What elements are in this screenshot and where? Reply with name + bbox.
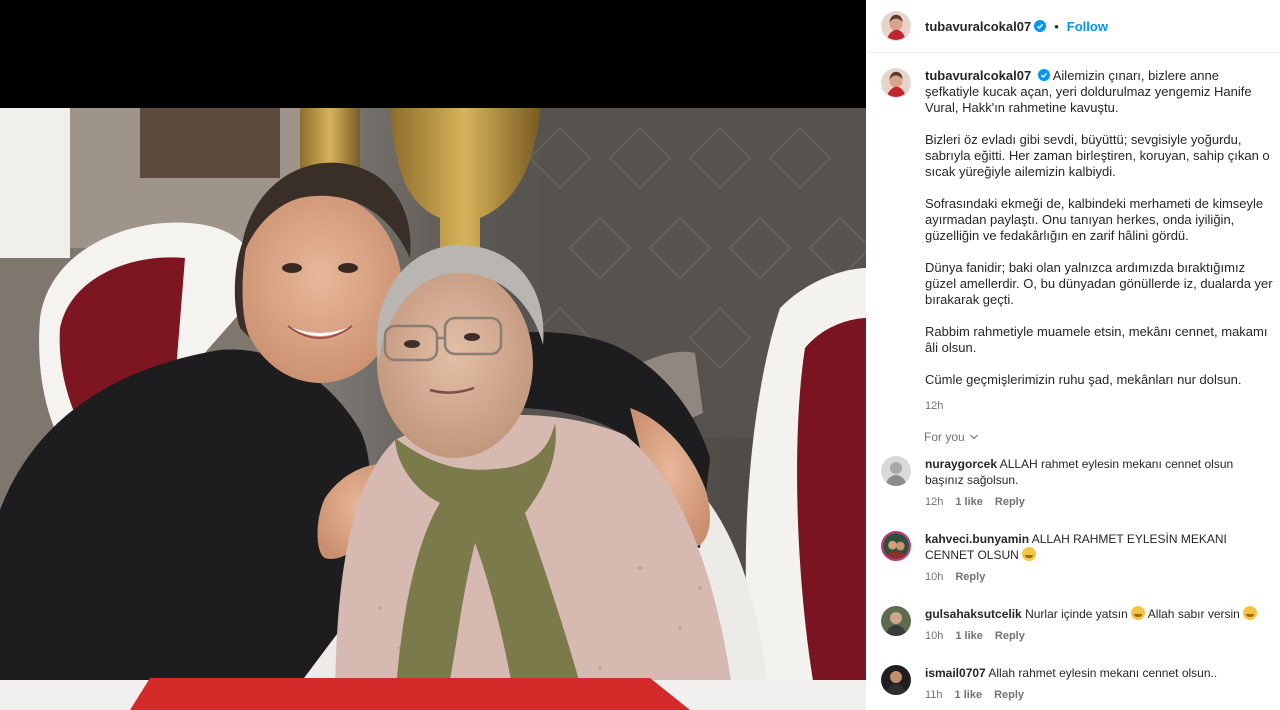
- comment-time[interactable]: 10h: [925, 628, 943, 644]
- verified-badge-icon: [1034, 20, 1047, 32]
- comment-username[interactable]: ismail0707: [925, 666, 986, 680]
- pray-emoji-icon: [1022, 547, 1037, 561]
- caption-paragraph: Bizleri öz evladı gibi sevdi, büyüttü; s…: [925, 132, 1270, 179]
- comment-meta: 10h 1 like Reply: [925, 628, 1265, 644]
- caption-paragraph: Sofrasındaki ekmeği de, kalbindeki merha…: [925, 196, 1264, 243]
- commenter-avatar[interactable]: [881, 456, 911, 486]
- pray-emoji-icon: [1131, 606, 1146, 620]
- reply-button[interactable]: Reply: [955, 569, 985, 585]
- comment-item: ismail0707 Allah rahmet eylesin mekanı c…: [881, 665, 1275, 703]
- comment-body: ismail0707 Allah rahmet eylesin mekanı c…: [925, 665, 1265, 703]
- comment-likes[interactable]: 1 like: [955, 494, 983, 510]
- caption-paragraph: Dünya fanidir; baki olan yalnızca ardımı…: [925, 260, 1273, 307]
- comment-username[interactable]: gulsahaksutcelik: [925, 607, 1022, 621]
- caption-paragraph: Rabbim rahmetiyle muamele etsin, mekânı …: [925, 324, 1268, 355]
- follow-button[interactable]: Follow: [1067, 19, 1108, 34]
- chevron-down-icon: [969, 434, 978, 440]
- comment-meta: 11h 1 like Reply: [925, 687, 1265, 703]
- comment-text: Allah rahmet eylesin mekanı cennet olsun…: [988, 666, 1218, 680]
- comment-item: kahveci.bunyamin ALLAH RAHMET EYLESİN ME…: [881, 531, 1275, 585]
- separator-dot: •: [1054, 18, 1059, 34]
- comment-body: nuraygorcek ALLAH rahmet eylesin mekanı …: [925, 456, 1265, 510]
- caption-author-avatar[interactable]: [881, 68, 911, 98]
- comment-item: gulsahaksutcelik Nurlar içinde yatsın Al…: [881, 606, 1275, 644]
- comment-meta: 10h Reply: [925, 569, 1265, 585]
- reply-button[interactable]: Reply: [995, 628, 1025, 644]
- reply-button[interactable]: Reply: [995, 494, 1025, 510]
- post-header: tubavuralcokal07 • Follow: [866, 0, 1280, 53]
- commenter-avatar[interactable]: [881, 531, 911, 561]
- comment-body: gulsahaksutcelik Nurlar içinde yatsın Al…: [925, 606, 1265, 644]
- media-stage: [0, 0, 866, 710]
- comment-likes[interactable]: 1 like: [955, 628, 983, 644]
- comment-time[interactable]: 10h: [925, 569, 943, 585]
- for-you-filter[interactable]: For you: [924, 430, 979, 444]
- post-side-panel: tubavuralcokal07 • Follow tubavuralcokal…: [866, 0, 1280, 710]
- author-username[interactable]: tubavuralcokal07: [925, 19, 1031, 34]
- comment-username[interactable]: kahveci.bunyamin: [925, 532, 1029, 546]
- commenter-avatar[interactable]: [881, 665, 911, 695]
- caption-paragraph: Cümle geçmişlerimizin ruhu şad, mekânlar…: [925, 372, 1242, 387]
- comment-likes[interactable]: 1 like: [955, 687, 983, 703]
- comment-text: Allah sabır versin: [1147, 607, 1240, 621]
- comment-meta: 12h 1 like Reply: [925, 494, 1265, 510]
- comment-username[interactable]: nuraygorcek: [925, 457, 997, 471]
- caption-username[interactable]: tubavuralcokal07: [925, 68, 1031, 83]
- comment-body: kahveci.bunyamin ALLAH RAHMET EYLESİN ME…: [925, 531, 1265, 585]
- caption-timestamp[interactable]: 12h: [925, 398, 1275, 414]
- comment-time[interactable]: 11h: [925, 687, 943, 703]
- verified-badge-icon: [1037, 69, 1050, 81]
- commenter-avatar[interactable]: [881, 606, 911, 636]
- comment-time[interactable]: 12h: [925, 494, 943, 510]
- for-you-label: For you: [924, 430, 965, 444]
- caption-text: tubavuralcokal07 Ailemizin çınarı, bizle…: [925, 68, 1275, 414]
- comment-item: nuraygorcek ALLAH rahmet eylesin mekanı …: [881, 456, 1275, 510]
- pray-emoji-icon: [1243, 606, 1258, 620]
- post-caption: tubavuralcokal07 Ailemizin çınarı, bizle…: [881, 68, 1275, 414]
- comment-text: Nurlar içinde yatsın: [1025, 607, 1128, 621]
- reply-button[interactable]: Reply: [994, 687, 1024, 703]
- post-photo[interactable]: [0, 108, 866, 710]
- author-avatar[interactable]: [881, 11, 911, 41]
